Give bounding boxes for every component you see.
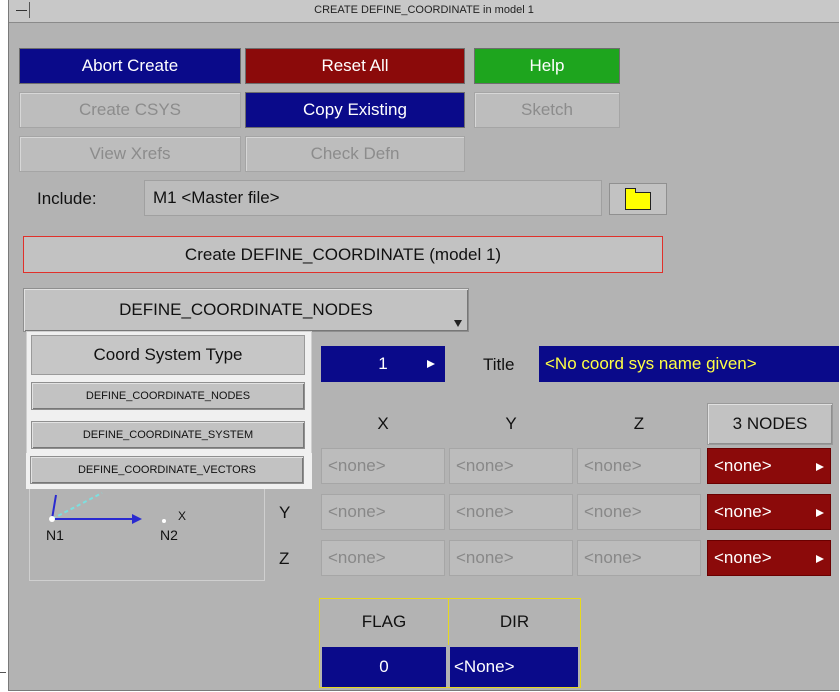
node-select-r3[interactable]: <none> — [707, 540, 831, 576]
title-field[interactable]: <No coord sys name given> — [539, 346, 839, 382]
edge-mark — [0, 672, 6, 673]
dropdown-arrow-icon — [454, 320, 462, 327]
window-title: CREATE DEFINE_COORDINATE in model 1 — [314, 4, 534, 16]
title-label: Title — [483, 355, 515, 374]
create-csys-button[interactable]: Create CSYS — [19, 92, 241, 128]
dir-field[interactable]: <None> — [450, 647, 578, 687]
title-bar: CREATE DEFINE_COORDINATE in model 1 — [9, 0, 839, 23]
csys-id-value: 1 — [378, 354, 388, 373]
node-select-r2-value: <none> — [714, 502, 772, 521]
coord-type-option-vectors[interactable]: DEFINE_COORDINATE_VECTORS — [30, 456, 304, 484]
create-define-coordinate-window: CREATE DEFINE_COORDINATE in model 1 Abor… — [8, 0, 839, 691]
grid-cell-r3-z[interactable]: <none> — [577, 540, 701, 576]
grid-cell-r2-z[interactable]: <none> — [577, 494, 701, 530]
flag-dir-panel: FLAG DIR 0 <None> — [319, 598, 581, 688]
check-defn-button[interactable]: Check Defn — [245, 136, 465, 172]
row-label-y: Y — [279, 503, 291, 522]
node-select-r2[interactable]: <none> — [707, 494, 831, 530]
col-header-y: Y — [505, 414, 517, 433]
grid-cell-r1-z[interactable]: <none> — [577, 448, 701, 484]
dir-header: DIR — [499, 612, 530, 631]
coord-type-option-nodes[interactable]: DEFINE_COORDINATE_NODES — [31, 382, 305, 410]
grid-cell-r3-x[interactable]: <none> — [321, 540, 445, 576]
node-n2-dot — [162, 519, 166, 523]
three-nodes-button[interactable]: 3 NODES — [707, 403, 833, 445]
node-select-r1-value: <none> — [714, 456, 772, 475]
grid-cell-r2-y[interactable]: <none> — [449, 494, 573, 530]
node-select-r3-value: <none> — [714, 548, 772, 567]
x-axis-arrowhead — [132, 514, 142, 524]
id-arrow-icon[interactable] — [427, 360, 435, 368]
n1-label: N1 — [46, 527, 64, 543]
include-label: Include: — [37, 189, 97, 208]
copy-existing-button[interactable]: Copy Existing — [245, 92, 465, 128]
sketch-button[interactable]: Sketch — [474, 92, 620, 128]
coord-type-popup-tail: DEFINE_COORDINATE_VECTORS — [26, 453, 312, 489]
n3-axis-line — [51, 494, 57, 520]
node-arrow-icon[interactable] — [816, 463, 824, 471]
n2-label: N2 — [160, 527, 178, 543]
create-keyword-bar: Create DEFINE_COORDINATE (model 1) — [23, 236, 663, 273]
browse-include-button[interactable] — [609, 183, 667, 215]
abort-create-button[interactable]: Abort Create — [19, 48, 241, 84]
grid-cell-r2-x[interactable]: <none> — [321, 494, 445, 530]
help-button[interactable]: Help — [474, 48, 620, 84]
node-arrow-icon[interactable] — [816, 555, 824, 563]
keyword-dropdown-value: DEFINE_COORDINATE_NODES — [119, 300, 373, 319]
coord-type-popup: Coord System Type DEFINE_COORDINATE_NODE… — [26, 331, 312, 463]
keyword-dropdown[interactable]: DEFINE_COORDINATE_NODES — [23, 288, 469, 332]
grid-cell-r3-y[interactable]: <none> — [449, 540, 573, 576]
csys-id-field[interactable]: 1 — [321, 346, 445, 382]
include-field[interactable]: M1 <Master file> — [144, 180, 602, 216]
coord-type-option-system[interactable]: DEFINE_COORDINATE_SYSTEM — [31, 421, 305, 449]
col-header-z: Z — [633, 414, 645, 433]
node-n1-dot — [49, 516, 55, 522]
col-header-x: X — [377, 414, 389, 433]
diagonal-dashed-line — [51, 492, 103, 520]
reset-all-button[interactable]: Reset All — [245, 48, 465, 84]
flag-header: FLAG — [320, 599, 449, 645]
node-select-r1[interactable]: <none> — [707, 448, 831, 484]
grid-cell-r1-y[interactable]: <none> — [449, 448, 573, 484]
folder-icon — [625, 188, 651, 210]
flag-field[interactable]: 0 — [322, 647, 446, 687]
grid-cell-r1-x[interactable]: <none> — [321, 448, 445, 484]
x-axis-label: X — [178, 509, 187, 523]
coord-type-header: Coord System Type — [31, 335, 305, 375]
node-arrow-icon[interactable] — [816, 509, 824, 517]
view-xrefs-button[interactable]: View Xrefs — [19, 136, 241, 172]
row-label-z: Z — [279, 549, 290, 568]
